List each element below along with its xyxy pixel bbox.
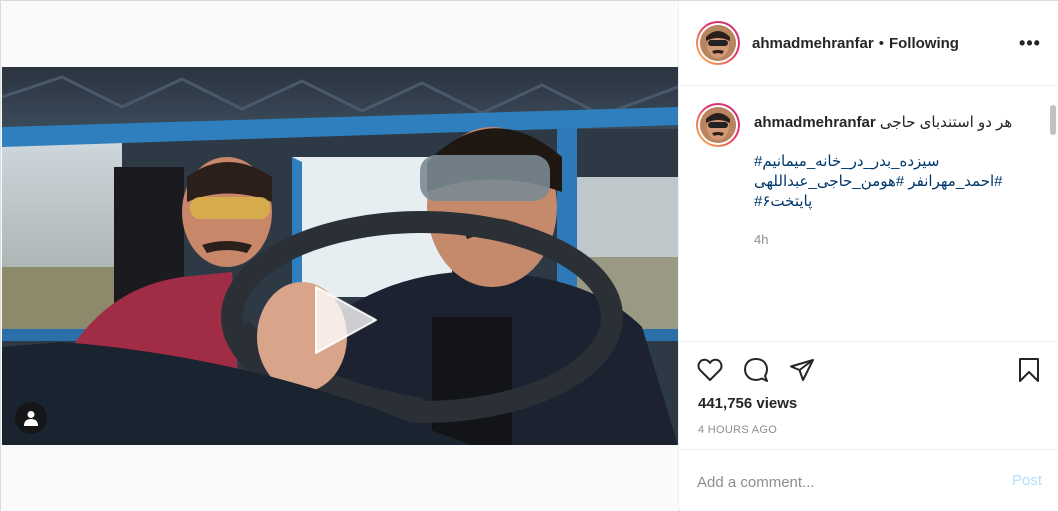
video-frame-image xyxy=(2,67,678,445)
caption-text: هر دو استندبای حاجی xyxy=(879,114,1013,131)
comment-button[interactable] xyxy=(740,354,772,386)
hashtag-link[interactable]: #پایتخت۶ xyxy=(754,193,812,210)
comment-input[interactable] xyxy=(697,470,997,494)
avatar[interactable] xyxy=(696,21,740,65)
post-time-ago[interactable]: 4 HOURS AGO xyxy=(698,424,777,436)
video-player[interactable] xyxy=(2,67,678,445)
post-side-panel: ahmadmehranfar • Following ••• ahmadmehr… xyxy=(680,1,1058,511)
separator-dot: • xyxy=(878,34,884,52)
more-options-button[interactable]: ••• xyxy=(1018,31,1042,55)
comments-section: ahmadmehranfar هر دو استندبای حاجی #سیزد… xyxy=(680,87,1058,341)
header-username[interactable]: ahmadmehranfar xyxy=(752,35,874,52)
views-count[interactable]: 441,756 views xyxy=(698,395,797,412)
play-icon xyxy=(315,286,377,354)
caption-avatar[interactable] xyxy=(696,103,740,147)
post-header: ahmadmehranfar • Following ••• xyxy=(680,1,1058,86)
caption-username[interactable]: ahmadmehranfar xyxy=(754,114,876,131)
more-options-icon: ••• xyxy=(1019,32,1041,53)
like-button[interactable] xyxy=(694,354,726,386)
comment-form: Post xyxy=(680,449,1058,511)
caption-body: ahmadmehranfar هر دو استندبای حاجی #سیزد… xyxy=(754,113,1034,250)
play-button[interactable] xyxy=(302,279,384,361)
avatar-image xyxy=(700,25,736,61)
post-comment-button[interactable]: Post xyxy=(1012,472,1042,489)
following-button[interactable]: Following xyxy=(889,35,959,52)
caption-hashtags: #سیزده_بدر_در_خانه_میمانیم احمد_مهرانفر … xyxy=(754,152,1034,212)
paper-plane-icon xyxy=(790,359,814,381)
comments-scrollbar[interactable] xyxy=(1050,105,1056,135)
caption-timestamp[interactable]: 4h xyxy=(754,230,1034,250)
actions-section: 441,756 views 4 HOURS AGO xyxy=(680,341,1058,449)
share-button[interactable] xyxy=(786,354,818,386)
speech-bubble-icon xyxy=(744,358,768,382)
tagged-users-button[interactable] xyxy=(15,402,47,434)
media-area xyxy=(1,1,679,511)
hashtag-link[interactable]: #سیزده_بدر_در_خانه_میمانیم xyxy=(754,153,939,170)
heart-icon xyxy=(697,358,723,381)
bookmark-icon xyxy=(1019,358,1039,382)
save-button[interactable] xyxy=(1013,354,1045,386)
hashtag-link[interactable]: احمد_مهرانفر #هومن_حاجی_عبداللهی# xyxy=(754,173,1003,190)
post-modal: ahmadmehranfar • Following ••• ahmadmehr… xyxy=(0,0,1058,511)
person-icon xyxy=(24,411,38,426)
